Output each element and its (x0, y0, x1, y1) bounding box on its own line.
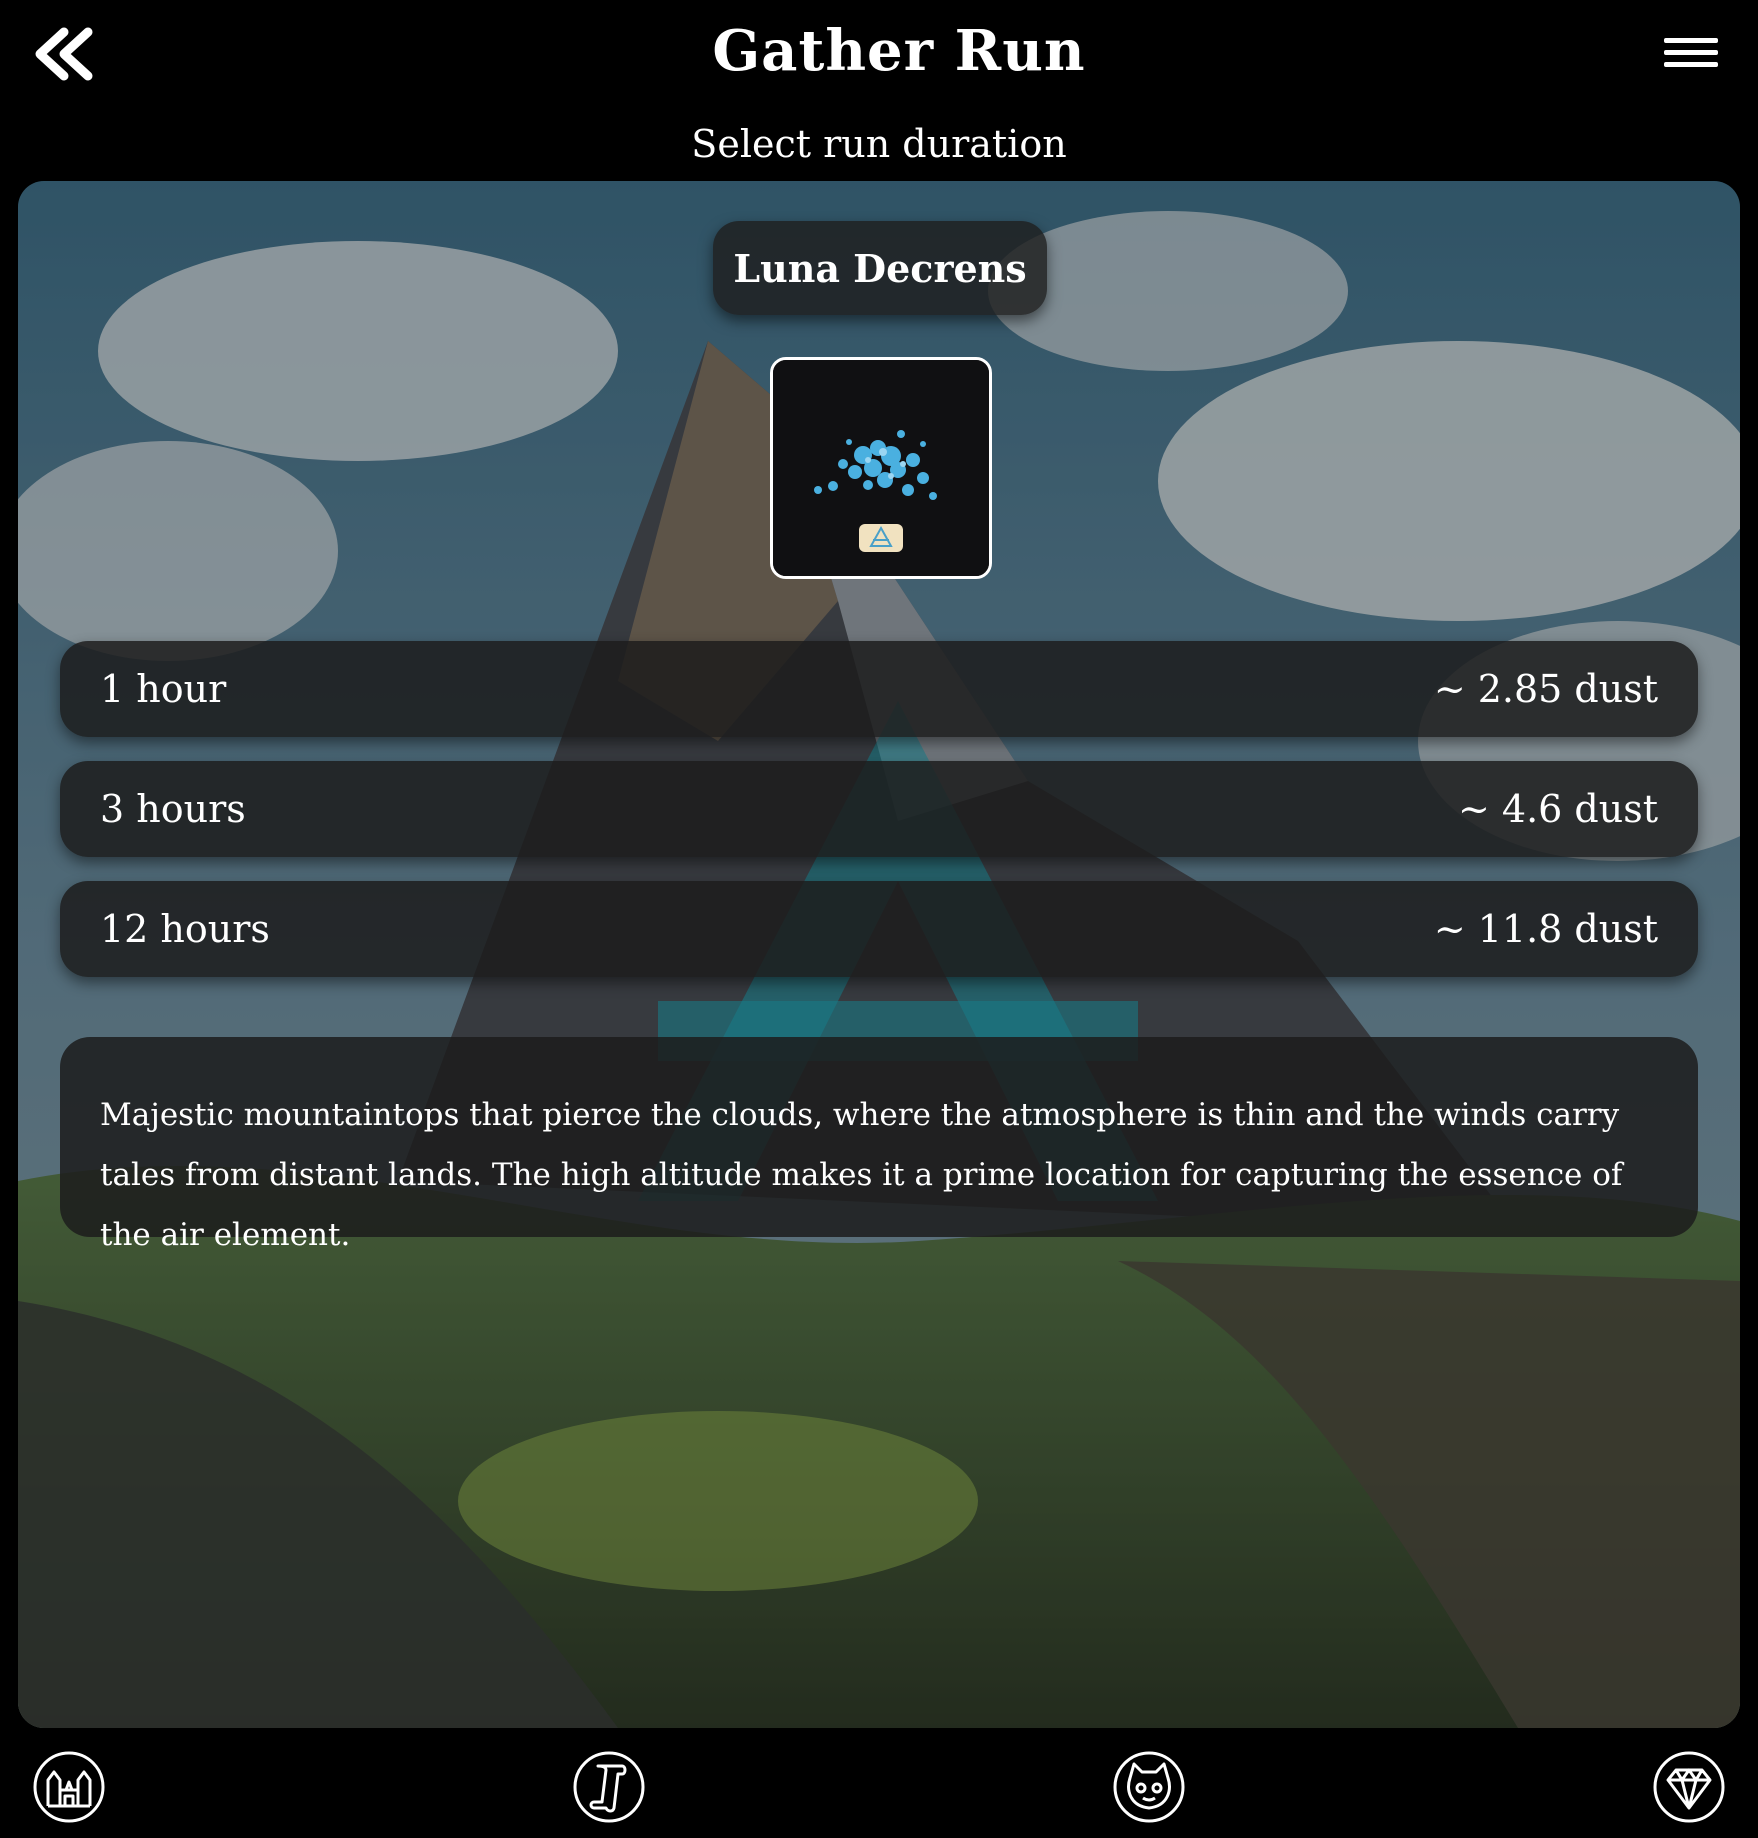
duration-option-12-hours[interactable]: 12 hours ~ 11.8 dust (60, 881, 1698, 977)
nav-scroll-button[interactable] (572, 1750, 646, 1824)
scroll-icon (573, 1751, 645, 1823)
duration-option-3-hours[interactable]: 3 hours ~ 4.6 dust (60, 761, 1698, 857)
castle-icon (33, 1751, 105, 1823)
top-bar: Gather Run Select run duration (0, 0, 1758, 180)
duration-reward: ~ 11.8 dust (1433, 907, 1658, 951)
duration-option-1-hour[interactable]: 1 hour ~ 2.85 dust (60, 641, 1698, 737)
page-title: Gather Run (712, 18, 1086, 84)
nav-creature-button[interactable] (1112, 1750, 1186, 1824)
page-subtitle: Select run duration (691, 122, 1067, 166)
blue-dust-crystals-icon (773, 360, 989, 576)
card-name-badge: Luna Decrens (713, 221, 1047, 315)
duration-label: 3 hours (100, 787, 246, 831)
nav-castle-button[interactable] (32, 1750, 106, 1824)
location-panel: Luna Decrens 1 hour ~ 2.85 dust 3 hours … (18, 181, 1740, 1728)
duration-reward: ~ 4.6 dust (1457, 787, 1658, 831)
duration-reward: ~ 2.85 dust (1433, 667, 1658, 711)
diamond-icon (1653, 1751, 1725, 1823)
item-image (770, 357, 992, 579)
bottom-nav (0, 1730, 1758, 1838)
menu-button[interactable] (1660, 30, 1724, 78)
nav-diamond-button[interactable] (1652, 1750, 1726, 1824)
duration-label: 12 hours (100, 907, 270, 951)
hamburger-menu-icon (1664, 38, 1718, 67)
location-description: Majestic mountaintops that pierce the cl… (60, 1037, 1698, 1253)
duration-label: 1 hour (100, 667, 227, 711)
creature-face-icon (1113, 1751, 1185, 1823)
